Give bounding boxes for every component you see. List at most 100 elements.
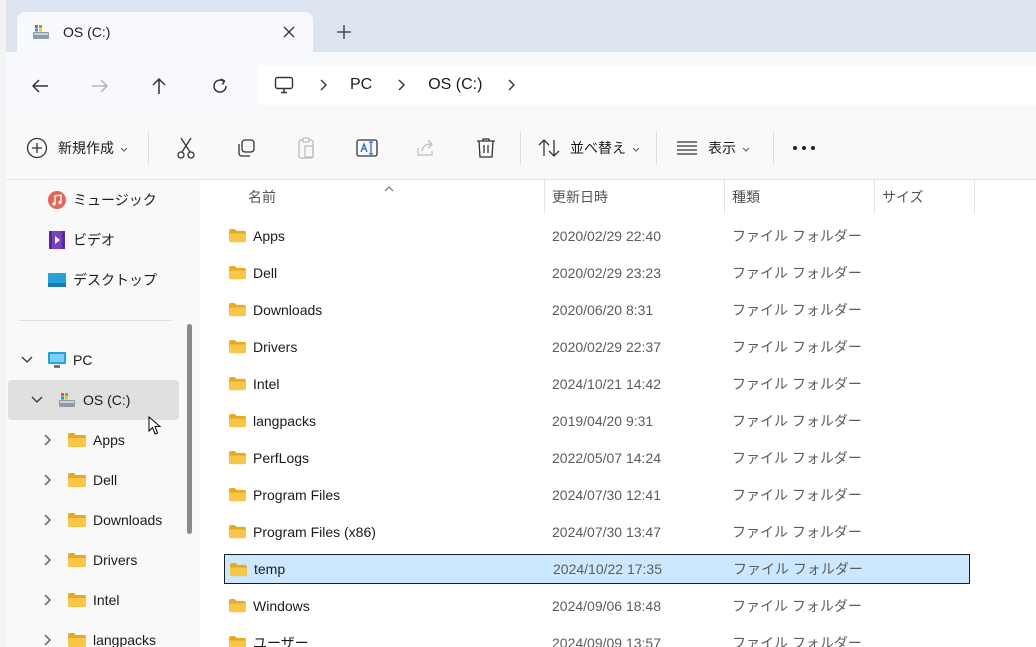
forward-arrow-icon[interactable] [86, 72, 114, 100]
file-type: ファイル フォルダー [732, 339, 862, 355]
navigation-pane: ミュージック ビデオ デスクトップ PC OS (C:) Apps Dell D… [6, 180, 200, 647]
breadcrumb-os-c[interactable]: OS (C:) [428, 76, 482, 94]
sidebar-item-folder[interactable]: Apps [67, 420, 187, 460]
more-options-button[interactable] [792, 116, 816, 180]
folder-icon [228, 487, 247, 505]
rename-button[interactable] [356, 116, 378, 180]
table-row[interactable]: ユーザー 2024/09/09 13:57 ファイル フォルダー [224, 628, 970, 647]
chevron-right-icon[interactable] [502, 75, 522, 95]
sidebar-divider [19, 320, 171, 321]
sidebar-scrollbar[interactable] [187, 324, 192, 534]
chevron-right-icon[interactable] [40, 592, 56, 608]
chevron-right-icon[interactable] [40, 552, 56, 568]
sidebar-item-os-c[interactable]: OS (C:) [57, 380, 177, 420]
table-row[interactable]: temp 2024/10/22 17:35 ファイル フォルダー [224, 554, 970, 584]
tab-os-c[interactable]: OS (C:) [17, 12, 313, 52]
more-dots-icon [792, 145, 816, 151]
table-row[interactable]: Downloads 2020/06/20 8:31 ファイル フォルダー [224, 295, 970, 325]
table-row[interactable]: langpacks 2019/04/20 9:31 ファイル フォルダー [224, 406, 970, 436]
sidebar-item-folder[interactable]: langpacks [67, 620, 187, 647]
breadcrumb-pc[interactable]: PC [350, 76, 372, 94]
chevron-down-icon[interactable] [19, 352, 35, 368]
cut-button[interactable] [176, 116, 196, 180]
sidebar-item-label: Drivers [93, 552, 138, 568]
column-header-name[interactable]: 名前 [240, 180, 544, 214]
refresh-icon[interactable] [206, 72, 234, 100]
table-row[interactable]: Intel 2024/10/21 14:42 ファイル フォルダー [224, 369, 970, 399]
paste-button[interactable] [296, 116, 316, 180]
file-type: ファイル フォルダー [732, 450, 862, 466]
file-explorer-window: OS (C:) PC OS (C:) 新規作成 並べ替え 表示 ミュージック ビ… [6, 0, 1036, 647]
chevron-right-icon[interactable] [392, 75, 412, 95]
sidebar-item-desktop[interactable]: デスクトップ [47, 260, 197, 300]
copy-button[interactable] [236, 116, 256, 180]
chevron-right-icon[interactable] [40, 632, 56, 647]
sidebar-item-label: デスクトップ [73, 272, 157, 288]
table-row[interactable]: PerfLogs 2022/05/07 14:24 ファイル フォルダー [224, 443, 970, 473]
folder-icon [67, 510, 87, 530]
file-name: Drivers [253, 339, 298, 355]
copy-icon [236, 138, 256, 158]
file-date: 2024/10/22 17:35 [553, 561, 662, 577]
file-name: Dell [253, 265, 278, 281]
folder-icon [228, 413, 247, 431]
table-row[interactable]: Program Files 2024/07/30 12:41 ファイル フォルダー [224, 480, 970, 510]
sidebar-item-label: Dell [93, 472, 118, 488]
sidebar-item-folder[interactable]: Dell [67, 460, 187, 500]
command-bar: 新規作成 並べ替え 表示 [6, 116, 1036, 180]
table-row[interactable]: Drivers 2020/02/29 22:37 ファイル フォルダー [224, 332, 970, 362]
delete-button[interactable] [476, 116, 496, 180]
new-button[interactable]: 新規作成 [26, 116, 128, 180]
file-type: ファイル フォルダー [732, 413, 862, 429]
sidebar-item-video[interactable]: ビデオ [47, 220, 197, 260]
chevron-right-icon[interactable] [314, 75, 334, 95]
table-row[interactable]: Dell 2020/02/29 23:23 ファイル フォルダー [224, 258, 970, 288]
back-arrow-icon[interactable] [26, 72, 54, 100]
view-button[interactable]: 表示 [676, 116, 750, 180]
sort-button-label: 並べ替え [570, 140, 626, 156]
up-arrow-icon[interactable] [145, 72, 173, 100]
chevron-down-icon[interactable] [29, 392, 45, 408]
close-tab-icon[interactable] [281, 24, 297, 40]
sidebar-item-folder[interactable]: Downloads [67, 500, 187, 540]
table-row[interactable]: Program Files (x86) 2024/07/30 13:47 ファイル … [224, 517, 970, 547]
sidebar-item-label: ビデオ [73, 232, 115, 248]
new-button-label: 新規作成 [58, 140, 114, 156]
monitor-icon [274, 76, 294, 94]
table-row[interactable]: Apps 2020/02/29 22:40 ファイル フォルダー [224, 221, 970, 251]
folder-icon [228, 635, 247, 647]
sidebar-item-pc[interactable]: PC [47, 340, 187, 380]
sort-button[interactable]: 並べ替え [538, 116, 640, 180]
trash-icon [476, 137, 496, 159]
chevron-right-icon[interactable] [40, 432, 56, 448]
file-date: 2024/09/06 18:48 [552, 598, 661, 614]
chevron-down-icon [120, 140, 128, 156]
view-button-label: 表示 [708, 140, 736, 156]
file-date: 2024/07/30 13:47 [552, 524, 661, 540]
sidebar-item-label: OS (C:) [83, 392, 131, 408]
sidebar-item-folder[interactable]: Intel [67, 580, 187, 620]
column-header-size[interactable]: サイズ [874, 180, 974, 214]
file-date: 2024/09/09 13:57 [552, 635, 661, 647]
file-type: ファイル フォルダー [732, 265, 862, 281]
share-button[interactable] [416, 116, 436, 180]
column-header-type[interactable]: 種類 [724, 180, 874, 214]
new-tab-icon[interactable] [332, 20, 356, 44]
rename-icon [356, 138, 378, 158]
file-type: ファイル フォルダー [732, 635, 862, 647]
file-name: PerfLogs [253, 450, 310, 466]
pc-monitor-icon [47, 350, 67, 370]
column-header-date[interactable]: 更新日時 [544, 180, 724, 214]
folder-icon [67, 550, 87, 570]
chevron-right-icon[interactable] [40, 472, 56, 488]
drive-icon [31, 23, 51, 41]
sidebar-item-folder[interactable]: Drivers [67, 540, 187, 580]
folder-icon [67, 470, 87, 490]
chevron-right-icon[interactable] [40, 512, 56, 528]
table-row[interactable]: Windows 2024/09/06 18:48 ファイル フォルダー [224, 591, 970, 621]
address-bar[interactable]: PC OS (C:) [258, 65, 1036, 105]
file-type: ファイル フォルダー [733, 561, 863, 577]
column-separator[interactable] [974, 180, 975, 214]
sidebar-item-music[interactable]: ミュージック [47, 180, 197, 220]
file-date: 2020/06/20 8:31 [552, 302, 654, 318]
